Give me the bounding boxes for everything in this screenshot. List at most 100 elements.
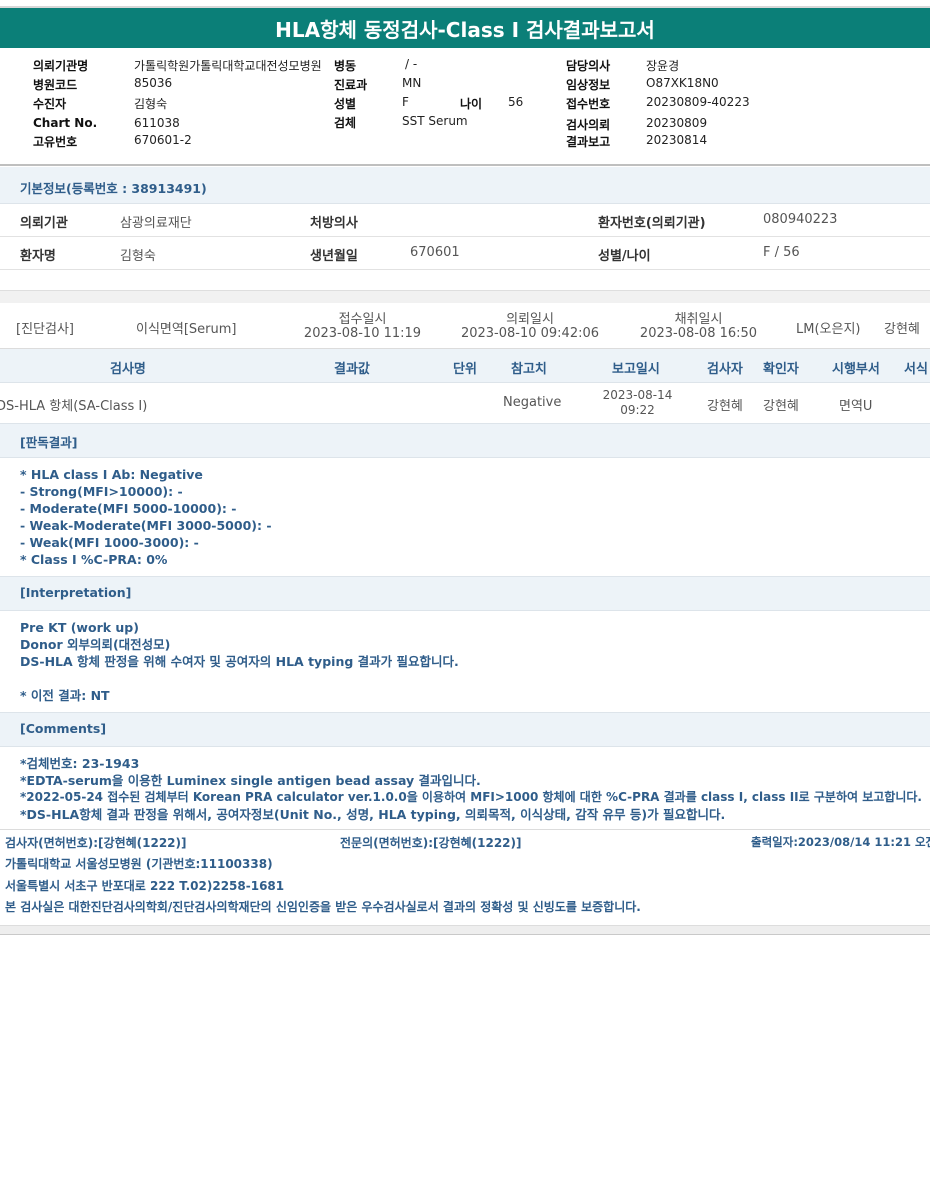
specimen-value: SST Serum [402,114,468,128]
confirmer-cell: 강현혜 [763,399,799,414]
sex-age-label: 성별/나이 [598,249,651,264]
clinical-value: O87XK18N0 [646,76,719,90]
report-date-cell: 2023-08-14 [602,388,673,402]
comments-header: [Comments] [0,712,930,747]
col-reference: 참고치 [511,362,547,377]
basic-info-header: 기본정보(등록번호 : 38913491) [0,167,930,204]
hospital-code-value: 85036 [134,76,173,90]
receipt-label: 접수번호 [566,97,611,111]
chart-no-value: 611038 [134,116,180,130]
specimen-label: 검체 [334,116,357,130]
clinical-label: 임상정보 [566,78,611,92]
footer-specialist: 전문의(면허번호):[강현혜(1222)] [340,836,522,850]
col-tester: 검사자 [707,362,743,377]
dept-cell: 면역U [839,399,873,414]
doctor-label: 담당의사 [566,59,611,73]
order-specimen: 이식면역[Serum] [136,322,237,337]
reading-line: * Class I %C-PRA: 0% [20,552,168,567]
interpretation-header: [Interpretation] [0,576,930,611]
reading-line: - Weak(MFI 1000-3000): - [20,535,199,550]
basic-info-row-1: 의뢰기관 삼광의료재단 처방의사 환자번호(의뢰기관) 080940223 [0,203,930,237]
patient-label: 수진자 [33,97,67,111]
receipt-value: 20230809-40223 [646,95,750,109]
basic-info-row-2: 환자명 김형숙 생년월일 670601 성별/나이 F / 56 [0,236,930,270]
footer-divider [0,829,930,830]
col-dept: 시행부서 [832,362,880,377]
interpretation-title: [Interpretation] [20,585,132,600]
request-time-label: 의뢰일시 [506,312,554,327]
age-value: 56 [508,95,524,109]
col-report-time: 보고일시 [612,362,660,377]
reference-cell: Negative [503,395,562,410]
test-name-cell: DS-HLA 항체(SA-Class I) [0,399,148,414]
footer-tester: 검사자(면허번호):[강현혜(1222)] [5,836,187,850]
col-unit: 단위 [453,362,477,377]
patient-value: 김형숙 [134,97,168,111]
patient-no-label: 환자번호(의뢰기관) [598,216,706,231]
header-divider [0,164,930,166]
bottom-border [0,925,930,935]
interpretation-line: * 이전 결과: NT [20,688,110,703]
birth-value: 670601 [410,245,460,260]
req-org-value: 가톨릭학원가톨릭대학교대전성모병원 [134,59,322,73]
unique-no-value: 670601-2 [134,133,192,147]
order-category: [진단검사] [16,322,74,337]
hospital-code-label: 병원코드 [33,78,78,92]
result-report-label: 결과보고 [566,135,611,149]
sex-label: 성별 [334,97,357,111]
reading-result-header: [판독결과] [0,423,930,458]
reading-line: - Strong(MFI>10000): - [20,484,183,499]
unique-no-label: 고유번호 [33,135,78,149]
patient-name-label: 환자명 [20,249,56,264]
sex-age-value: F / 56 [763,245,800,260]
reading-line: * HLA class I Ab: Negative [20,467,203,482]
basic-info-title: 기본정보(등록번호 : 38913491) [20,181,207,196]
test-request-value: 20230809 [646,116,708,130]
reading-result-title: [판독결과] [20,435,78,450]
birth-label: 생년월일 [310,249,358,264]
reading-line: - Weak-Moderate(MFI 3000-5000): - [20,518,272,533]
dept-value: MN [402,76,422,90]
table-row[interactable]: DS-HLA 항체(SA-Class I) Negative 2023-08-1… [0,383,930,424]
comment-line: *EDTA-serum을 이용한 Luminex single antigen … [20,773,481,788]
report-time-cell: 09:22 [620,403,655,417]
col-test-name: 검사명 [110,362,146,377]
ward-value: / - [405,57,418,71]
col-confirmer: 확인자 [763,362,799,377]
result-table-header: 검사명 결과값 단위 참고치 보고일시 검사자 확인자 시행부서 서식 [0,349,930,383]
order-lab: LM(오은지) [796,322,861,337]
tester-cell: 강현혜 [707,399,743,414]
receipt-time-value: 2023-08-10 11:19 [303,326,422,341]
order-row: [진단검사] 이식면역[Serum] 접수일시 2023-08-10 11:19… [0,303,930,349]
comment-line: *DS-HLA항체 결과 판정을 위해서, 공여자정보(Unit No., 성명… [20,807,726,822]
req-institution-value: 삼광의료재단 [120,216,192,231]
section-spacer [0,290,930,304]
prescriber-label: 처방의사 [310,216,358,231]
col-result-value: 결과값 [334,362,370,377]
footer-certification: 본 검사실은 대한진단검사의학회/진단검사의학재단의 신임인증을 받은 우수검사… [5,900,641,914]
patient-no-value: 080940223 [763,212,838,227]
collect-time-label: 채취일시 [674,312,723,327]
interpretation-line: Donor 외부의뢰(대전성모) [20,637,171,652]
request-time-value: 2023-08-10 09:42:06 [460,326,600,341]
sex-value: F [402,95,409,109]
comment-line: *2022-05-24 접수된 검체부터 Korean PRA calculat… [20,790,922,804]
receipt-time-label: 접수일시 [338,312,387,327]
interpretation-line: DS-HLA 항체 판정을 위해 수여자 및 공여자의 HLA typing 결… [20,654,459,669]
footer-printed-date: 출력일자:2023/08/14 11:21 오전 [751,835,930,849]
order-tester: 강현혜 [884,322,920,337]
age-label: 나이 [460,97,483,111]
req-institution-label: 의뢰기관 [20,216,68,231]
reading-line: - Moderate(MFI 5000-10000): - [20,501,237,516]
req-org-label: 의뢰기관명 [33,59,89,73]
result-report-value: 20230814 [646,133,708,147]
chart-no-label: Chart No. [33,116,98,130]
report-title: HLA항체 동정검사-Class I 검사결과보고서 [275,18,655,42]
collect-time-value: 2023-08-08 16:50 [639,326,758,341]
footer-hospital: 가톨릭대학교 서울성모병원 (기관번호:11100338) [5,857,273,871]
report-title-bar: HLA항체 동정검사-Class I 검사결과보고서 [0,6,930,48]
dept-label: 진료과 [334,78,368,92]
comments-title: [Comments] [20,721,107,736]
patient-name-value: 김형숙 [120,249,156,264]
interpretation-line: Pre KT (work up) [20,620,139,635]
